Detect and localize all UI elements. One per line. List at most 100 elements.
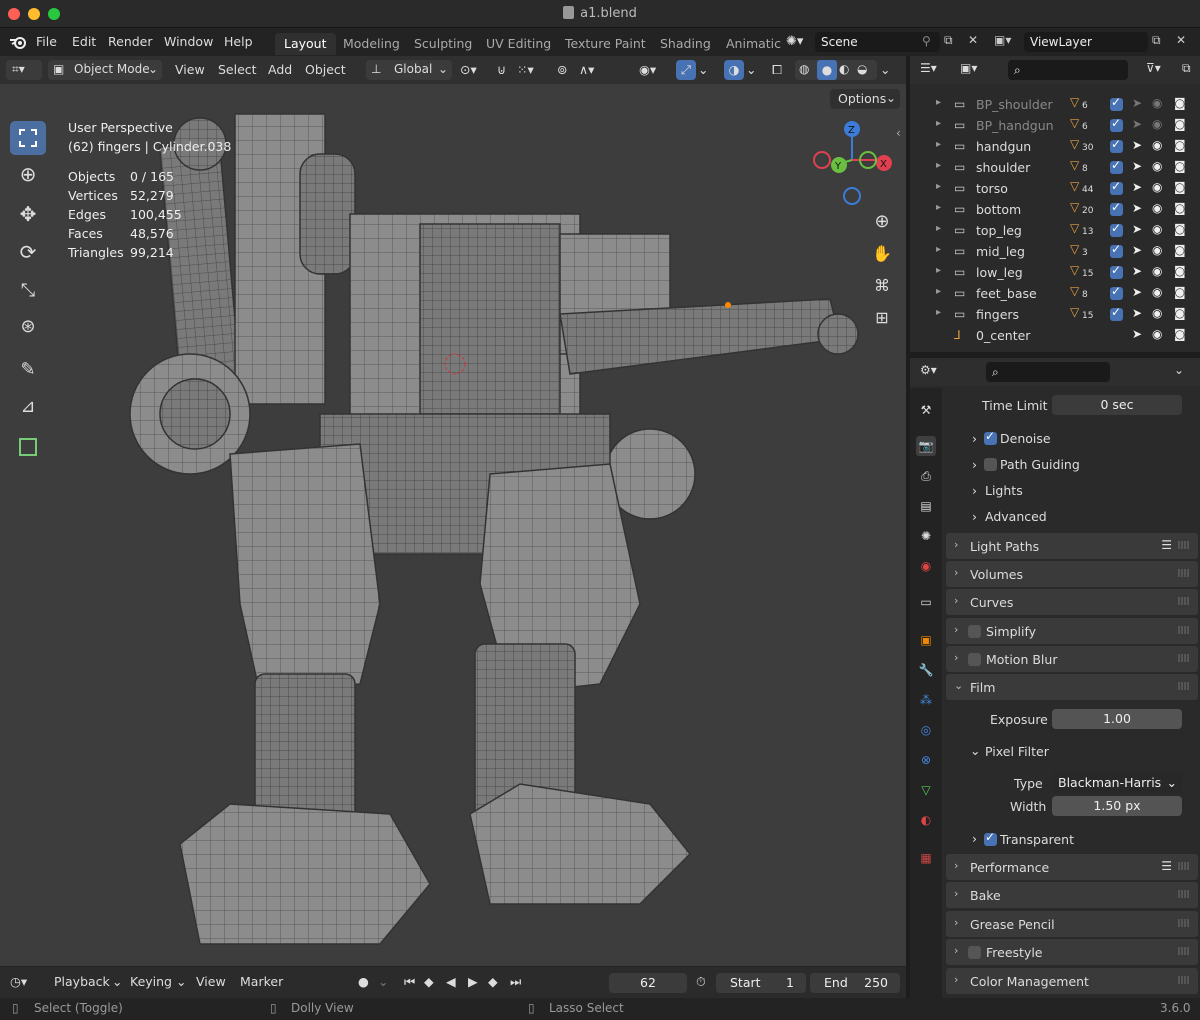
eye-icon[interactable]: ◉ bbox=[1152, 327, 1162, 341]
particles-tab-icon[interactable]: ⁂ bbox=[916, 690, 936, 710]
add-cube-tool[interactable] bbox=[10, 430, 46, 464]
outliner-row[interactable]: ▸ ▭ bottom ▽20 ➤ ◉ ◙ bbox=[910, 199, 1200, 220]
outliner-editor-icon[interactable]: ☰▾ bbox=[920, 61, 937, 75]
panel-grease-pencil[interactable]: › Grease Pencil bbox=[946, 911, 1198, 937]
camera-icon[interactable]: ◙ bbox=[1174, 327, 1186, 341]
start-frame-field[interactable]: Start 1 bbox=[716, 973, 806, 993]
solid-shading-icon[interactable]: ● bbox=[817, 60, 837, 80]
view-layer-icon[interactable]: ▣▾ bbox=[994, 33, 1011, 47]
properties-editor-icon[interactable]: ⚙▾ bbox=[920, 363, 937, 377]
freestyle-checkbox[interactable] bbox=[968, 946, 981, 959]
outliner-row[interactable]: ▸ ▭ shoulder ▽8 ➤ ◉ ◙ bbox=[910, 157, 1200, 178]
new-collection-icon[interactable]: ⧉ bbox=[1182, 61, 1191, 76]
scene-tab-icon[interactable]: ✺ bbox=[916, 526, 936, 546]
filter-width-field[interactable]: 1.50 px bbox=[1052, 796, 1182, 816]
expand-arrow-icon[interactable]: ▸ bbox=[936, 97, 941, 108]
panel-film[interactable]: ⌄ Film bbox=[946, 674, 1198, 700]
outliner-row[interactable]: ▸ ▭ BP_shoulder ▽6 ➤ ◉ ◙ bbox=[910, 94, 1200, 115]
panel-simplify[interactable]: › Simplify bbox=[946, 618, 1198, 644]
pivot-point-icon[interactable]: ⊙▾ bbox=[460, 60, 477, 80]
tab-modeling[interactable]: Modeling bbox=[334, 33, 409, 55]
proportional-edit-icon[interactable]: ⊚ bbox=[557, 60, 567, 80]
move-tool[interactable]: ✥ bbox=[10, 197, 46, 231]
end-frame-field[interactable]: End 250 bbox=[810, 973, 900, 993]
visibility-icon[interactable]: ◉▾ bbox=[639, 60, 656, 80]
eye-icon[interactable]: ◉ bbox=[1152, 222, 1162, 236]
chevron-down-icon[interactable]: ⌄ bbox=[880, 60, 890, 80]
properties-search-input[interactable]: ⌕ bbox=[986, 362, 1110, 382]
modifier-tab-icon[interactable]: 🔧 bbox=[916, 660, 936, 680]
exclude-checkbox[interactable] bbox=[1110, 284, 1123, 300]
exclude-checkbox[interactable] bbox=[1110, 263, 1123, 279]
selectable-icon[interactable]: ➤ bbox=[1132, 243, 1142, 257]
xray-icon[interactable]: ⧠ bbox=[772, 60, 782, 80]
wireframe-shading-icon[interactable]: ◍ bbox=[799, 62, 809, 76]
chevron-right-icon[interactable]: › bbox=[972, 831, 977, 846]
pan-hand-icon[interactable]: ✋ bbox=[868, 239, 896, 267]
new-scene-icon[interactable]: ⧉ bbox=[944, 33, 953, 48]
snap-target-icon[interactable]: ⁙▾ bbox=[517, 60, 534, 80]
selectable-icon[interactable]: ➤ bbox=[1132, 264, 1142, 278]
3d-viewport[interactable]: ⊕ ✥ ⟳ ⤡ ⊛ ✎ ⊿ User Perspective (62) fing… bbox=[0, 84, 906, 966]
outliner-row[interactable]: ▸ ▭ low_leg ▽15 ➤ ◉ ◙ bbox=[910, 262, 1200, 283]
view-menu[interactable]: View bbox=[196, 974, 226, 989]
cursor-tool[interactable]: ⊕ bbox=[10, 157, 46, 191]
expand-arrow-icon[interactable]: ▸ bbox=[936, 160, 941, 171]
camera-icon[interactable]: ◙ bbox=[1174, 96, 1186, 110]
eye-icon[interactable]: ◉ bbox=[1152, 159, 1162, 173]
camera-icon[interactable]: ◙ bbox=[1174, 222, 1186, 236]
camera-icon[interactable]: ◙ bbox=[1174, 117, 1186, 131]
expand-arrow-icon[interactable]: ▸ bbox=[936, 202, 941, 213]
material-shading-icon[interactable]: ◐ bbox=[839, 62, 849, 76]
tab-uv-editing[interactable]: UV Editing bbox=[477, 33, 560, 55]
expand-arrow-icon[interactable]: ▸ bbox=[936, 139, 941, 150]
expand-arrow-icon[interactable]: ▸ bbox=[936, 118, 941, 129]
object-tab-icon[interactable]: ▣ bbox=[916, 630, 936, 650]
options-dropdown[interactable]: Options ⌄ bbox=[830, 89, 900, 109]
outliner-row[interactable]: ▸ ▭ fingers ▽15 ➤ ◉ ◙ bbox=[910, 304, 1200, 325]
overlays-toggle-icon[interactable]: ◑ bbox=[724, 60, 744, 80]
menu-help[interactable]: Help bbox=[224, 34, 253, 49]
menu-edit[interactable]: Edit bbox=[72, 34, 96, 49]
camera-icon[interactable]: ◙ bbox=[1174, 180, 1186, 194]
collection-tab-icon[interactable]: ▭ bbox=[916, 592, 936, 612]
drag-handle-icon[interactable] bbox=[1178, 890, 1190, 898]
rotate-tool[interactable]: ⟳ bbox=[10, 235, 46, 269]
outliner-row[interactable]: ▸ ▭ feet_base ▽8 ➤ ◉ ◙ bbox=[910, 283, 1200, 304]
play-reverse-icon[interactable]: ◀ bbox=[446, 974, 456, 989]
menu-file[interactable]: File bbox=[36, 34, 57, 49]
navigation-gizmo[interactable]: Z X Y bbox=[810, 120, 896, 206]
chevron-right-icon[interactable]: › bbox=[972, 431, 977, 446]
presets-icon[interactable]: ☰ bbox=[1161, 538, 1172, 552]
exclude-checkbox[interactable] bbox=[1110, 305, 1123, 321]
advanced-subpanel[interactable]: Advanced bbox=[985, 509, 1047, 524]
exclude-checkbox[interactable] bbox=[1110, 116, 1123, 132]
eye-icon[interactable]: ◉ bbox=[1152, 306, 1162, 320]
selectable-icon[interactable]: ➤ bbox=[1132, 117, 1142, 131]
transform-tool[interactable]: ⊛ bbox=[10, 309, 46, 343]
transparent-checkbox[interactable] bbox=[984, 830, 997, 846]
camera-icon[interactable]: ◙ bbox=[1174, 243, 1186, 257]
timeline-editor-icon[interactable]: ◷▾ bbox=[10, 974, 27, 989]
exclude-checkbox[interactable] bbox=[1110, 200, 1123, 216]
exclude-checkbox[interactable] bbox=[1110, 221, 1123, 237]
camera-icon[interactable]: ◙ bbox=[1174, 306, 1186, 320]
outliner-row[interactable]: ▸ ▭ torso ▽44 ➤ ◉ ◙ bbox=[910, 178, 1200, 199]
camera-icon[interactable]: ◙ bbox=[1174, 138, 1186, 152]
camera-icon[interactable]: ◙ bbox=[1174, 201, 1186, 215]
rendered-shading-icon[interactable]: ◒ bbox=[857, 62, 867, 76]
selectable-icon[interactable]: ➤ bbox=[1132, 201, 1142, 215]
eye-icon[interactable]: ◉ bbox=[1152, 201, 1162, 215]
simplify-checkbox[interactable] bbox=[968, 625, 981, 638]
view-layer-tab-icon[interactable]: ▤ bbox=[916, 496, 936, 516]
exposure-field[interactable]: 1.00 bbox=[1052, 709, 1182, 729]
expand-arrow-icon[interactable]: ▸ bbox=[936, 265, 941, 276]
chevron-down-icon[interactable]: ⌄ bbox=[698, 60, 708, 80]
auto-key-icon[interactable]: ⌄ bbox=[378, 974, 388, 989]
outliner-search-input[interactable]: ⌕ bbox=[1008, 60, 1128, 80]
lights-subpanel[interactable]: Lights bbox=[985, 483, 1023, 498]
motion-blur-checkbox[interactable] bbox=[968, 653, 981, 666]
blender-logo-icon[interactable] bbox=[8, 34, 28, 50]
panel-color-management[interactable]: › Color Management bbox=[946, 968, 1198, 994]
drag-handle-icon[interactable] bbox=[1178, 626, 1190, 634]
